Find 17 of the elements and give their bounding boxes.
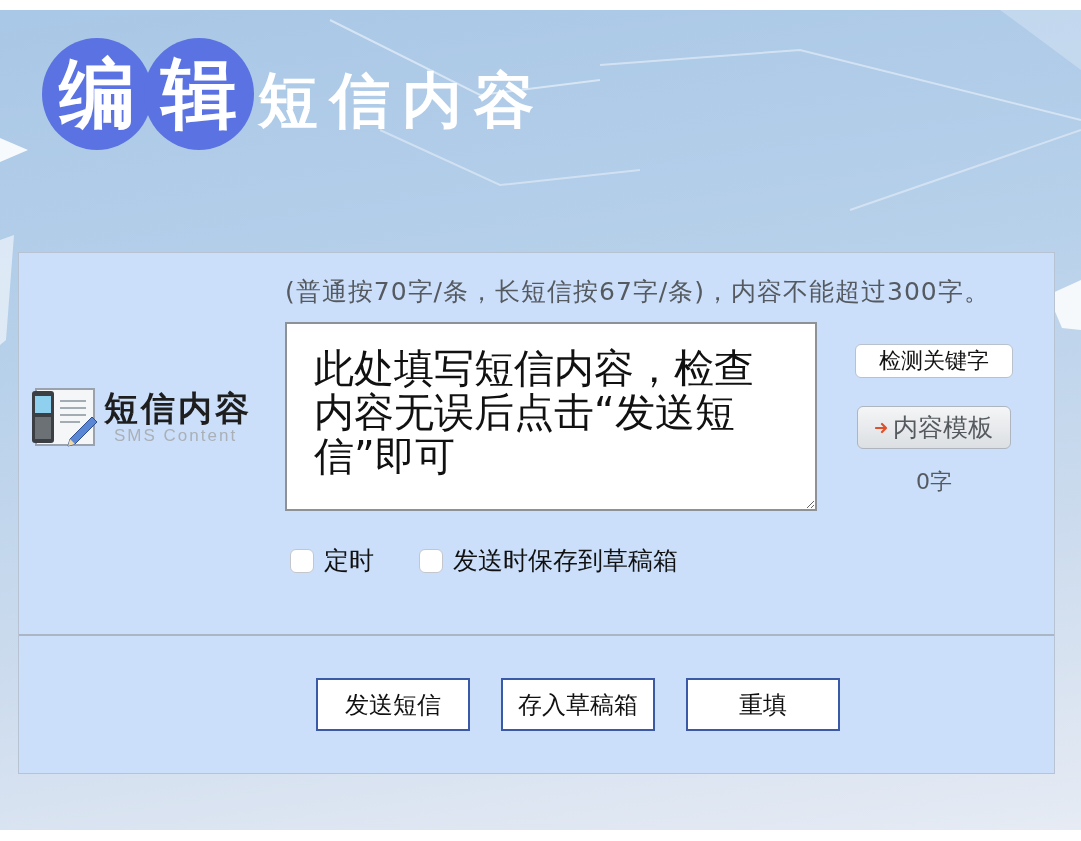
heading-title: 短信内容 (258, 65, 546, 135)
tool-button[interactable]: 内容模板 (857, 406, 1011, 449)
field-sublabel: SMS Content (114, 427, 238, 445)
character-count: 0字 (916, 469, 952, 495)
action-button[interactable]: 发送短信 (316, 678, 470, 731)
checkbox[interactable] (290, 549, 314, 573)
message-field[interactable]: 此处填写短信内容，检查内容无误后点击“发送短信”即可 (285, 322, 817, 511)
checkbox-label: 发送时保存到草稿箱 (453, 547, 678, 575)
action-button[interactable]: 存入草稿箱 (501, 678, 655, 731)
phone-document-pencil-icon (30, 385, 98, 449)
checkbox-label: 定时 (324, 547, 374, 575)
arrow-icon (875, 421, 889, 434)
field-label: 短信内容 (104, 389, 252, 427)
hint-text: (普通按70字/条，长短信按67字/条)，内容不能超过300字。 (285, 277, 991, 307)
action-button[interactable]: 重填 (686, 678, 840, 731)
tool-button[interactable]: 检测关键字 (855, 344, 1013, 378)
checkbox[interactable] (419, 549, 443, 573)
